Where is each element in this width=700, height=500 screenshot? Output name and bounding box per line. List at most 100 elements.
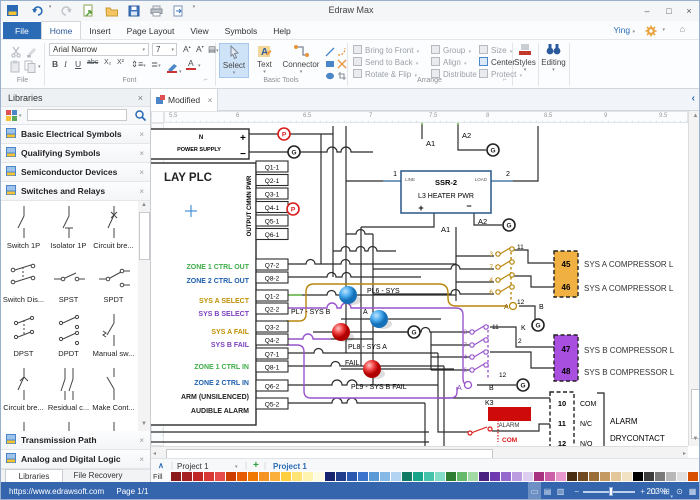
- fill-swatch[interactable]: [413, 472, 423, 481]
- fill-swatch[interactable]: [578, 472, 588, 481]
- ground-node[interactable]: G: [288, 146, 300, 158]
- view-fullscreen-icon[interactable]: ▥: [554, 482, 567, 500]
- highlight-button[interactable]: ▾: [166, 60, 182, 78]
- power-node[interactable]: P: [287, 203, 299, 215]
- ground-node[interactable]: G: [503, 219, 515, 231]
- symbol-cb1[interactable]: [91, 203, 136, 246]
- pan-zoom-icon[interactable]: ⊞: [660, 482, 673, 500]
- zoom-slider-thumb[interactable]: [609, 487, 613, 496]
- relay-contact[interactable]: [496, 273, 514, 282]
- fill-swatch[interactable]: [336, 472, 346, 481]
- settings-dropdown-icon[interactable]: ▾: [662, 27, 665, 33]
- superscript-button[interactable]: X²: [115, 59, 126, 66]
- fill-swatch[interactable]: [270, 472, 280, 481]
- account-button[interactable]: Ying ▾: [613, 25, 635, 35]
- fill-swatch[interactable]: [490, 472, 500, 481]
- fill-swatch[interactable]: [600, 472, 610, 481]
- library-item-semiconductor-devices[interactable]: Semiconductor Devices×: [1, 163, 150, 182]
- fit-page-icon[interactable]: □: [647, 482, 660, 500]
- panel-tab-file-recovery[interactable]: File Recovery: [63, 469, 133, 482]
- bring-to-front-button[interactable]: Bring to Front ▾: [353, 45, 419, 55]
- page-tab-active[interactable]: Project 1: [273, 462, 307, 471]
- ground-node[interactable]: G: [487, 144, 499, 156]
- library-item-analog-and-digital-logic[interactable]: Analog and Digital Logic×: [1, 450, 150, 469]
- status-url[interactable]: https://www.edrawsoft.com: [9, 487, 104, 496]
- zoom-in-icon[interactable]: +: [640, 482, 645, 500]
- vertical-scrollbar[interactable]: ▲ ▼: [688, 111, 700, 446]
- fill-swatch[interactable]: [545, 472, 555, 481]
- menu-tab-home[interactable]: Home: [41, 21, 82, 39]
- symbol-spdt[interactable]: [91, 257, 136, 300]
- menu-tab-insert[interactable]: Insert: [81, 22, 118, 39]
- fill-swatch[interactable]: [325, 472, 335, 481]
- page-selector[interactable]: Project 1: [177, 462, 209, 471]
- fill-swatch[interactable]: [182, 472, 192, 481]
- relay-contact[interactable]: [470, 325, 488, 334]
- fill-swatch[interactable]: [424, 472, 434, 481]
- fill-swatch[interactable]: [677, 472, 687, 481]
- symbol-man[interactable]: [91, 311, 136, 354]
- fill-swatch[interactable]: [248, 472, 258, 481]
- view-pagebreak-icon[interactable]: ▤: [541, 482, 554, 500]
- close-button[interactable]: ×: [679, 1, 699, 21]
- symbol-rccb[interactable]: [46, 365, 91, 408]
- fill-swatch[interactable]: [666, 472, 676, 481]
- fill-swatch[interactable]: [655, 472, 665, 481]
- fill-swatch[interactable]: [556, 472, 566, 481]
- symbol-spst[interactable]: [46, 257, 91, 300]
- symbol-swd[interactable]: [1, 257, 46, 300]
- view-normal-icon[interactable]: ▭: [528, 482, 541, 500]
- fill-swatch[interactable]: [457, 472, 467, 481]
- fill-swatch[interactable]: [193, 472, 203, 481]
- distribute-button[interactable]: Distribute ▾: [431, 69, 483, 79]
- zoom-out-icon[interactable]: −: [574, 482, 579, 500]
- fill-swatch[interactable]: [622, 472, 632, 481]
- diagram-canvas[interactable]: N POWER SUPPLY + − LAY PLC OUTPUT CMMN P…: [151, 123, 688, 446]
- library-item-basic-electrical-symbols[interactable]: Basic Electrical Symbols×: [1, 125, 150, 144]
- paste-dropdown-icon[interactable]: ▾: [38, 64, 41, 70]
- fill-swatch[interactable]: [391, 472, 401, 481]
- page-selector-dropdown-icon[interactable]: ▾: [235, 464, 238, 470]
- relay-contact[interactable]: [470, 363, 488, 372]
- bullet-list-button[interactable]: ≣▾: [149, 59, 163, 70]
- menu-tab-symbols[interactable]: Symbols: [217, 22, 266, 39]
- fill-swatch[interactable]: [237, 472, 247, 481]
- protect-button[interactable]: Protect ▾: [479, 69, 522, 79]
- align-button[interactable]: Align ▾: [431, 57, 467, 67]
- fill-swatch[interactable]: [204, 472, 214, 481]
- center-button[interactable]: Center: [479, 57, 515, 67]
- fill-swatch[interactable]: [303, 472, 313, 481]
- horizontal-scrollbar[interactable]: ◂ ▸: [151, 446, 688, 458]
- grid-icon[interactable]: ▦: [686, 482, 699, 500]
- fill-swatch[interactable]: [446, 472, 456, 481]
- copy-icon[interactable]: [24, 60, 37, 78]
- fill-swatch[interactable]: [512, 472, 522, 481]
- panel-tab-libraries[interactable]: Libraries: [5, 469, 63, 483]
- shrink-font-button[interactable]: A▾: [194, 44, 206, 54]
- relay-b-coil-node[interactable]: [465, 382, 472, 389]
- document-tab[interactable]: Modified ×: [151, 89, 218, 111]
- fill-swatch[interactable]: [215, 472, 225, 481]
- relay-contact[interactable]: [470, 350, 488, 359]
- send-to-back-button[interactable]: Send to Back ▾: [353, 57, 418, 67]
- ground-node[interactable]: G: [408, 326, 420, 338]
- fill-swatch[interactable]: [435, 472, 445, 481]
- fill-swatch[interactable]: [369, 472, 379, 481]
- fill-swatch[interactable]: [292, 472, 302, 481]
- font-size-select[interactable]: 7▾: [152, 43, 177, 56]
- symbol-dpdt[interactable]: [46, 311, 91, 354]
- fill-swatch[interactable]: [523, 472, 533, 481]
- fill-swatch[interactable]: [479, 472, 489, 481]
- menu-tab-page-layout[interactable]: Page Layout: [119, 22, 183, 39]
- fill-swatch[interactable]: [171, 472, 181, 481]
- connector-tool-button[interactable]: Connector▾: [280, 43, 322, 78]
- font-family-select[interactable]: Arial Narrow▾: [49, 43, 149, 56]
- fill-swatch[interactable]: [380, 472, 390, 481]
- collapse-ribbon-icon[interactable]: ⌂: [680, 24, 685, 34]
- text-tool-button[interactable]: A Text▾: [251, 43, 278, 78]
- panel-close-icon[interactable]: ×: [138, 89, 143, 107]
- fill-swatch[interactable]: [534, 472, 544, 481]
- italic-button[interactable]: I: [62, 59, 69, 69]
- paste-icon[interactable]: [9, 60, 21, 78]
- relay-contact[interactable]: [470, 338, 488, 347]
